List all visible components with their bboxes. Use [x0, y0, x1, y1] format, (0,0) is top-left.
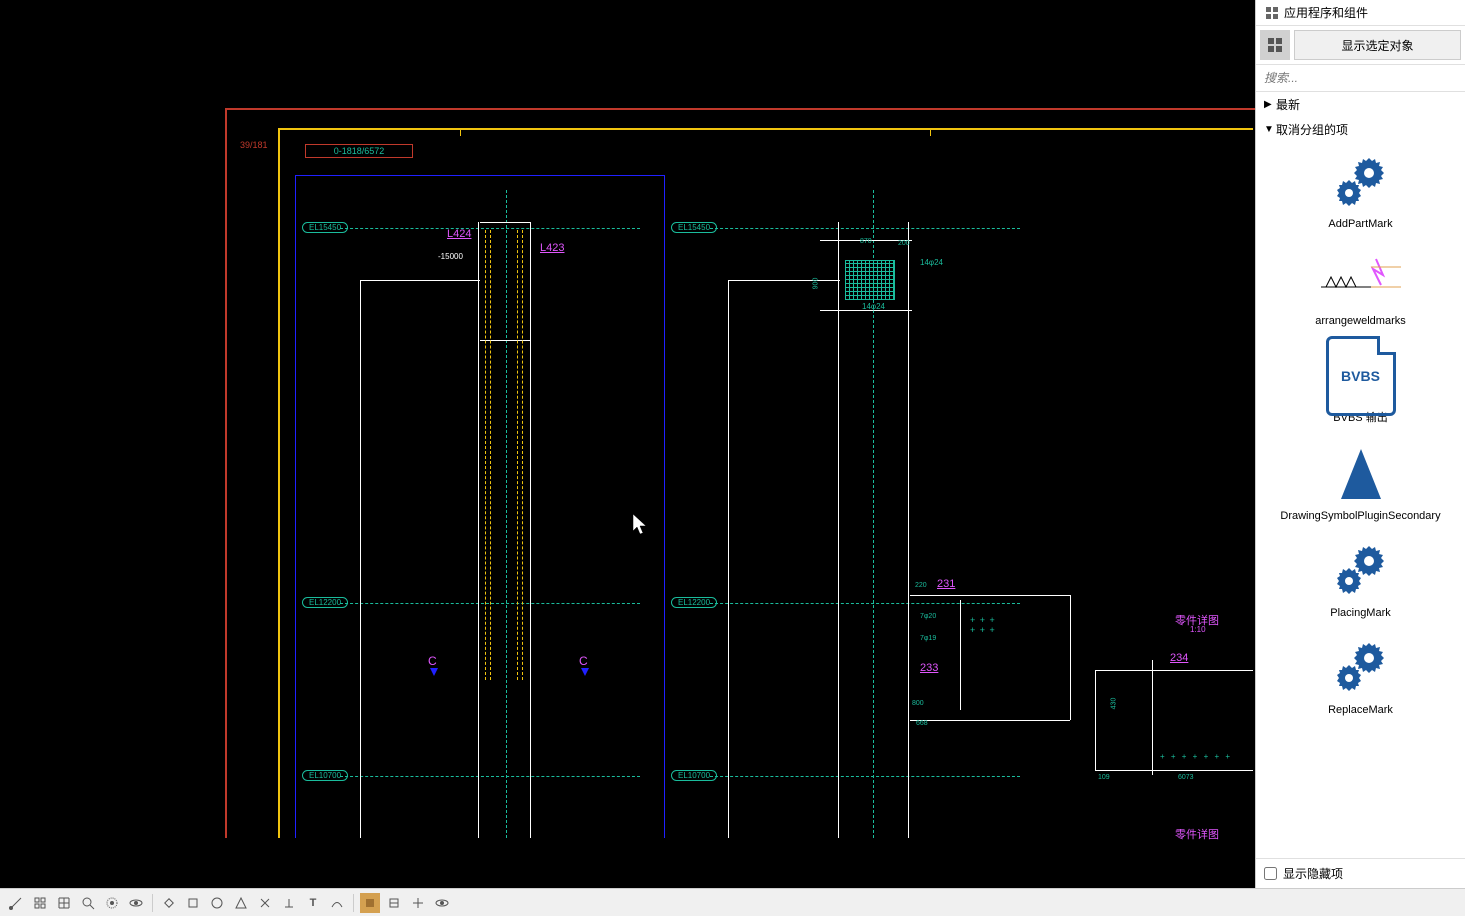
beam-label-l424: L424 [447, 228, 471, 240]
dim-668: 668 [916, 720, 928, 727]
parts-detail-scale: 1:10 [1190, 625, 1206, 634]
grid-view-toggle[interactable] [1260, 30, 1290, 60]
show-selected-button[interactable]: 显示选定对象 [1294, 30, 1461, 60]
snap-outline-icon[interactable] [384, 893, 404, 913]
show-hidden-checkbox[interactable] [1264, 867, 1277, 880]
component-drawingsymbol[interactable]: DrawingSymbolPluginSecondary [1264, 442, 1457, 523]
snap-triangle-icon[interactable] [231, 893, 251, 913]
component-label: arrangeweldmarks [1315, 315, 1405, 328]
panel-header: 应用程序和组件 [1256, 0, 1465, 26]
snap-zoom-icon[interactable] [78, 893, 98, 913]
tree-ungrouped[interactable]: ▼ 取消分组的项 [1256, 117, 1465, 142]
dim-800: 800 [912, 700, 924, 707]
component-list: AddPartMark arrangeweldmarks BVBS BVBS 输… [1256, 142, 1465, 858]
component-arrangeweldmarks[interactable]: arrangeweldmarks [1264, 247, 1457, 328]
bolt-note-1: 14φ24 [920, 258, 943, 267]
component-label: DrawingSymbolPluginSecondary [1280, 510, 1440, 523]
gear-icon [1321, 636, 1401, 700]
document-icon: BVBS [1321, 344, 1401, 408]
bolt-note-3: 7φ20 [920, 613, 936, 620]
snap-text-icon[interactable]: T [303, 893, 323, 913]
dim-430: 430 [1110, 698, 1117, 710]
component-label: ReplaceMark [1328, 704, 1393, 717]
beam-label-l423: L423 [540, 242, 564, 254]
snap-cross-icon[interactable] [255, 893, 275, 913]
drawing-title-badge: 0-1818/6572 [305, 144, 413, 158]
snap-circle-icon[interactable] [207, 893, 227, 913]
parts-detail-title-2: 零件详图 [1175, 826, 1219, 842]
triangle-icon [1321, 442, 1401, 506]
detail-234: 234 [1170, 652, 1188, 664]
snap-curve-icon[interactable] [327, 893, 347, 913]
dim-109: 109 [1098, 774, 1110, 781]
sidebar-dim-label: 39/181 [240, 140, 268, 150]
elev-minus15000: -15000 [438, 252, 463, 261]
cursor-icon [632, 513, 650, 540]
snap-fill-icon[interactable] [360, 893, 380, 913]
snap-grid2-icon[interactable] [54, 893, 74, 913]
detail-233: 233 [920, 662, 938, 674]
component-label: PlacingMark [1330, 607, 1391, 620]
component-bvbs[interactable]: BVBS BVBS 输出 [1264, 344, 1457, 425]
snap-endpoint-icon[interactable] [6, 893, 26, 913]
bvbs-text: BVBS [1341, 368, 1380, 384]
dim-870: 870 [860, 238, 872, 245]
snap-grid-icon[interactable] [30, 893, 50, 913]
tree-recent[interactable]: ▶ 最新 [1256, 92, 1465, 117]
panel-title: 应用程序和组件 [1284, 4, 1368, 21]
snap-center-icon[interactable] [408, 893, 428, 913]
weld-icon [1321, 247, 1401, 311]
detail-231: 231 [937, 578, 955, 590]
dim-200-top: 200 [898, 240, 910, 247]
bolt-note-2: 14φ24 [862, 302, 885, 311]
snap-square-icon[interactable] [183, 893, 203, 913]
section-marker-c-right: C [579, 654, 588, 668]
snap-perp-icon[interactable] [279, 893, 299, 913]
snap-target-icon[interactable] [102, 893, 122, 913]
bottom-toolbar: T [0, 888, 1465, 916]
panel-toolbar: 显示选定对象 [1256, 26, 1465, 65]
dim-220: 220 [915, 582, 927, 589]
drawing-canvas[interactable]: 0-1818/6572 39/181 EL15450 EL12200 EL107… [0, 0, 1255, 888]
section-marker-c-left: C [428, 654, 437, 668]
search-input[interactable] [1264, 69, 1457, 87]
apps-icon [1264, 5, 1280, 21]
search-box [1256, 65, 1465, 92]
snap-eye-icon[interactable] [432, 893, 452, 913]
snap-node-icon[interactable] [159, 893, 179, 913]
tree-recent-label: 最新 [1276, 96, 1300, 113]
component-replacemark[interactable]: ReplaceMark [1264, 636, 1457, 717]
gear-icon [1321, 539, 1401, 603]
show-hidden-row: 显示隐藏项 [1256, 858, 1465, 888]
component-placingmark[interactable]: PlacingMark [1264, 539, 1457, 620]
chevron-right-icon: ▶ [1264, 99, 1274, 110]
dim-900: 900 [812, 278, 819, 290]
side-panel: 应用程序和组件 显示选定对象 ▶ 最新 ▼ 取消分组的项 [1255, 0, 1465, 888]
component-addpartmark[interactable]: AddPartMark [1264, 150, 1457, 231]
gear-icon [1321, 150, 1401, 214]
chevron-down-icon: ▼ [1264, 124, 1274, 135]
show-hidden-label: 显示隐藏项 [1283, 865, 1343, 882]
bolt-note-4: 7φ19 [920, 635, 936, 642]
tree-ungrouped-label: 取消分组的项 [1276, 121, 1348, 138]
component-label: AddPartMark [1328, 218, 1392, 231]
snap-visibility-icon[interactable] [126, 893, 146, 913]
dim-6073: 6073 [1178, 774, 1194, 781]
